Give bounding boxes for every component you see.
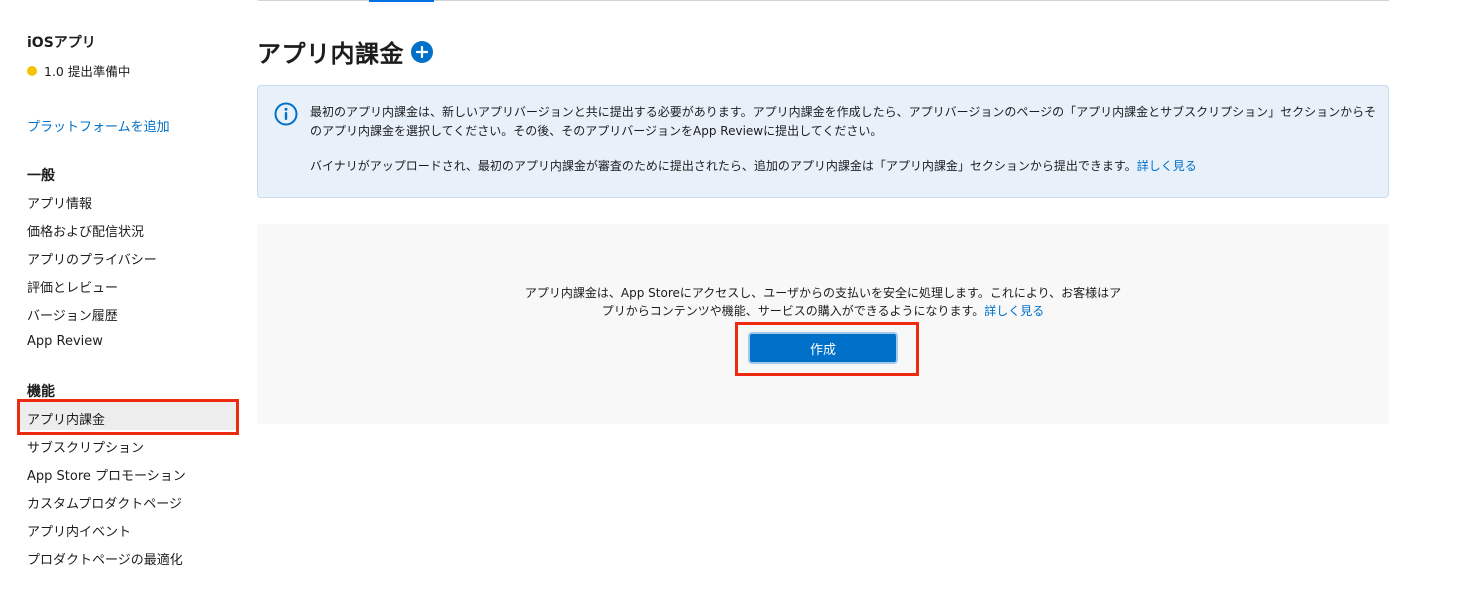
section-title-features: 機能 xyxy=(27,384,55,400)
info-paragraph-1: 最初のアプリ内課金は、新しいアプリバージョンと共に提出する必要があります。アプリ… xyxy=(310,105,1377,138)
info-paragraph-2-text: バイナリがアップロードされ、最初のアプリ内課金が審査のために提出されたら、追加の… xyxy=(310,159,1137,173)
learn-more-link[interactable]: 詳しく見る xyxy=(1137,159,1197,173)
section-title-general: 一般 xyxy=(27,168,55,184)
sidebar-item-app-review[interactable]: App Review xyxy=(27,334,103,349)
sidebar-item-in-app-events[interactable]: アプリ内イベント xyxy=(27,521,131,540)
plus-circle-icon[interactable] xyxy=(411,40,433,63)
app-status: 1.0 提出準備中 xyxy=(27,61,130,80)
sidebar-item-custom-product-pages[interactable]: カスタムプロダクトページ xyxy=(27,493,182,512)
sidebar-item-ratings[interactable]: 評価とレビュー xyxy=(27,277,118,296)
empty-state-text: アプリ内課金は、App Storeにアクセスし、ユーザからの支払いを安全に処理し… xyxy=(519,284,1127,320)
sidebar-item-version-history[interactable]: バージョン履歴 xyxy=(27,305,118,324)
status-text: 1.0 提出準備中 xyxy=(44,64,131,79)
sidebar-item-app-info[interactable]: アプリ情報 xyxy=(27,193,92,212)
page-title-text: アプリ内課金 xyxy=(257,40,404,68)
sidebar-item-privacy[interactable]: アプリのプライバシー xyxy=(27,249,157,268)
info-circle-icon xyxy=(274,102,298,126)
sidebar: iOSアプリ 1.0 提出準備中 プラットフォームを追加 一般 アプリ情報 価格… xyxy=(0,0,240,595)
highlight-annotation-sidebar xyxy=(17,399,239,435)
info-paragraph-2: バイナリがアップロードされ、最初のアプリ内課金が審査のために提出されたら、追加の… xyxy=(310,157,1380,176)
sidebar-item-pricing[interactable]: 価格および配信状況 xyxy=(27,221,144,240)
sidebar-item-app-store-promotion[interactable]: App Store プロモーション xyxy=(27,465,186,484)
page-title: アプリ内課金 xyxy=(257,34,433,69)
active-tab-indicator xyxy=(369,0,434,2)
sidebar-item-subscriptions[interactable]: サブスクリプション xyxy=(27,437,144,456)
app-name: iOSアプリ xyxy=(27,35,96,51)
info-text: 最初のアプリ内課金は、新しいアプリバージョンと共に提出する必要があります。アプリ… xyxy=(310,103,1380,176)
sidebar-item-product-page-optimization[interactable]: プロダクトページの最適化 xyxy=(27,549,183,568)
info-banner: 最初のアプリ内課金は、新しいアプリバージョンと共に提出する必要があります。アプリ… xyxy=(257,85,1389,198)
learn-more-link[interactable]: 詳しく見る xyxy=(984,304,1044,318)
add-platform-link[interactable]: プラットフォームを追加 xyxy=(27,116,170,135)
status-dot-icon xyxy=(27,65,37,76)
highlight-annotation-create xyxy=(735,322,919,376)
